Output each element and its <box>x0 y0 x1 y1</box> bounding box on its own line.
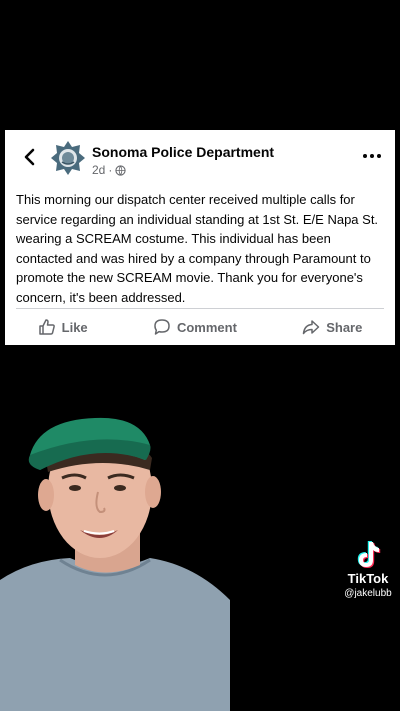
chevron-left-icon <box>24 148 35 166</box>
post-actions: Like Comment Share <box>5 315 395 339</box>
share-label: Share <box>326 319 363 335</box>
share-icon <box>302 320 320 335</box>
creator-figure <box>0 417 230 711</box>
like-label: Like <box>61 319 88 335</box>
tiktok-logo-icon <box>357 541 381 568</box>
comment-icon <box>154 319 170 335</box>
like-button[interactable]: Like <box>38 318 88 336</box>
page-name[interactable]: Sonoma Police Department <box>92 144 274 160</box>
post-meta: 2d · <box>92 163 126 177</box>
comment-label: Comment <box>176 319 237 335</box>
more-options-button[interactable] <box>363 152 381 160</box>
tiktok-watermark: TikTok @jakelubb <box>338 540 398 599</box>
thumbs-up-icon <box>38 319 55 335</box>
post-time[interactable]: 2d <box>92 163 105 177</box>
page-avatar[interactable] <box>50 140 86 176</box>
facebook-post-card: Sonoma Police Department 2d · This morni… <box>5 130 395 345</box>
creator-video <box>0 400 230 711</box>
comment-button[interactable]: Comment <box>153 318 237 336</box>
globe-icon <box>115 164 126 176</box>
police-badge-icon <box>51 141 85 175</box>
tiktok-username: @jakelubb <box>344 588 392 599</box>
meta-separator: · <box>108 163 113 177</box>
more-icon <box>363 154 367 158</box>
share-button[interactable]: Share <box>302 318 362 336</box>
post-text: This morning our dispatch center receive… <box>16 192 379 305</box>
back-button[interactable] <box>20 147 40 167</box>
tiktok-app-name: TikTok <box>347 571 389 586</box>
divider <box>16 308 384 309</box>
